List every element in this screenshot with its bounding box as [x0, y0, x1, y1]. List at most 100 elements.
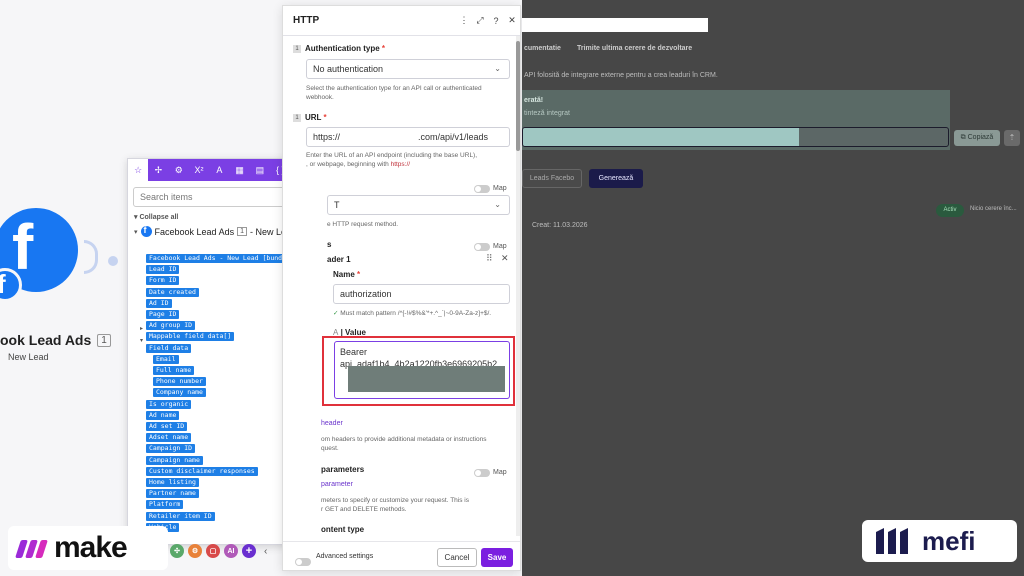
created-date: Creat: 11.03.2026 [532, 222, 588, 229]
expand-icon[interactable]: ⤢ [472, 15, 488, 26]
mefi-logo: mefi [862, 520, 1017, 562]
picker-item[interactable]: Company name [153, 381, 206, 398]
auth-type-help: Select the authentication type for an AP… [306, 85, 482, 101]
arrow-up-icon[interactable]: ⇡ [1004, 130, 1020, 146]
tools-icon[interactable]: ✣ [170, 544, 184, 558]
picker-item[interactable]: Email [153, 348, 179, 364]
picker-item[interactable]: Ad ID [146, 292, 172, 308]
picker-item[interactable]: Lead ID [146, 258, 180, 275]
panel-scroll-thumb[interactable] [516, 41, 520, 151]
help-icon[interactable]: ? [488, 16, 504, 26]
copy-button[interactable]: ⧉ Copiază [954, 130, 1000, 146]
picker-item[interactable]: Facebook Lead Ads - New Lead [bundle] [146, 247, 297, 263]
header-name-label: Name * [333, 270, 361, 279]
headers-label: s [327, 240, 332, 249]
sparkle-icon[interactable]: ✢ [148, 159, 168, 181]
text-icon[interactable]: A [209, 159, 229, 181]
toggle-switch[interactable] [474, 184, 490, 193]
picker-item[interactable]: Custom disclaimer responses [146, 460, 258, 476]
module-badge: 1 [237, 227, 247, 236]
method-select[interactable]: T ⌄ [327, 195, 510, 215]
chevron-down-icon[interactable]: ▾ [140, 337, 143, 344]
add-parameter-link[interactable]: parameter [321, 481, 353, 488]
picker-item[interactable]: Page ID [146, 303, 180, 319]
close-icon[interactable]: ✕ [504, 15, 520, 26]
generated-title: erată! [524, 97, 544, 104]
drag-handle-icon[interactable]: ⠿ [486, 253, 493, 264]
star-icon[interactable]: ☆ [128, 159, 149, 181]
query-map-toggle[interactable]: Map [474, 464, 507, 482]
url-label: 1 URL * [293, 113, 327, 122]
http-module-panel: HTTP ⋮ ⤢ ? ✕ 1 Authentication type * No a… [282, 5, 521, 571]
picker-item[interactable]: Campaign name [146, 449, 203, 465]
generate-button[interactable]: Generează [589, 169, 643, 188]
header-name-pattern: ✓ Must match pattern /^[-!#$%&'*+.^_`|~0… [333, 310, 492, 317]
connector-dot [108, 256, 118, 266]
picker-item[interactable]: Partner name [146, 482, 199, 499]
text-parser-icon[interactable]: ▢ [206, 544, 220, 558]
picker-item[interactable]: Date created [146, 281, 199, 297]
status-note: Nicio cerere înc... [970, 206, 1017, 212]
api-key-field[interactable] [522, 127, 949, 147]
toggle-switch[interactable] [474, 468, 490, 477]
picker-item[interactable]: Platform [146, 493, 184, 510]
picker-item[interactable]: Campaign ID [146, 437, 196, 454]
math-icon[interactable]: X² [189, 159, 209, 181]
url-input[interactable]: https://.com/api/v1/leads [306, 127, 510, 147]
facebook-icon [140, 225, 152, 237]
chevron-left-icon[interactable]: ‹ [264, 546, 267, 557]
picker-item[interactable]: Phone number [153, 370, 206, 387]
picker-item[interactable]: Ad set ID [146, 415, 188, 431]
more-icon[interactable]: ⋮ [456, 15, 472, 26]
panel-footer: Advanced settings Cancel Save [283, 541, 520, 570]
crm-app-background: cumentatie Trimite ultima cerere de dezv… [522, 0, 1024, 576]
panel-header: HTTP ⋮ ⤢ ? ✕ [283, 6, 520, 36]
api-description: API folosită de integrare externe pentru… [524, 72, 718, 79]
picker-item[interactable]: Is organic [146, 393, 192, 409]
picker-item[interactable]: Retailer item ID [146, 505, 215, 521]
make-logo: make [8, 526, 168, 570]
header-name-input[interactable]: authorization [333, 284, 510, 304]
auth-type-select[interactable]: No authentication ⌄ [306, 59, 510, 79]
flow-control-icon[interactable]: ⚙ [188, 544, 202, 558]
picker-item[interactable]: Home listing [146, 471, 199, 487]
picker-item[interactable]: Form ID [146, 269, 180, 286]
tab-send-last-request[interactable]: Trimite ultima cerere de dezvoltare [577, 45, 692, 52]
module-subtitle: New Lead [8, 352, 49, 362]
headers-help: om headers to provide additional metadat… [321, 436, 487, 452]
picker-item[interactable]: Ad group ID [146, 314, 196, 331]
make-wordmark: make [54, 531, 128, 564]
leads-facebook-button[interactable]: Leads Facebo [522, 169, 582, 188]
tab-documentation[interactable]: cumentatie [524, 45, 561, 52]
dock-toolbar: ✣ ⚙ ▢ AI + ‹ [170, 544, 267, 558]
picker-item[interactable]: Ad name [146, 404, 180, 420]
picker-item[interactable]: Full name [153, 359, 195, 375]
value-highlight-outline [322, 336, 515, 406]
save-button[interactable]: Save [481, 548, 513, 567]
query-help: meters to specify or customize your requ… [321, 497, 469, 513]
panel-title: HTTP [293, 15, 320, 26]
gear-icon[interactable]: ⚙ [169, 159, 189, 181]
picker-item[interactable]: Adset name [146, 426, 192, 443]
picker-item[interactable]: Vehicle [146, 516, 180, 532]
add-header-link[interactable]: header [321, 420, 343, 427]
cancel-button[interactable]: Cancel [437, 548, 477, 567]
remove-header-icon[interactable]: ✕ [501, 253, 509, 264]
content-type-label: ontent type [321, 525, 365, 534]
status-badge: Activ [936, 204, 964, 217]
url-help: Enter the URL of an API endpoint (includ… [306, 152, 478, 168]
calendar-icon[interactable]: ▦ [229, 159, 249, 181]
advanced-settings-toggle[interactable] [295, 553, 311, 570]
ai-icon[interactable]: AI [224, 544, 238, 558]
picker-item[interactable]: ▸ Mappable field data[] [140, 325, 235, 342]
chevron-down-icon: ▾ [134, 228, 138, 236]
generated-subtitle: tinteză integrat [524, 110, 570, 117]
chevron-right-icon[interactable]: ▸ [140, 325, 143, 332]
add-icon[interactable]: + [242, 544, 256, 558]
picker-item[interactable]: ▾ Field data [140, 337, 192, 353]
table-icon[interactable]: ▤ [250, 159, 270, 181]
toggle-switch[interactable] [295, 557, 311, 566]
mefi-mark-icon [876, 528, 908, 554]
chevron-down-icon: ⌄ [494, 64, 501, 73]
toggle-switch[interactable] [474, 242, 490, 251]
